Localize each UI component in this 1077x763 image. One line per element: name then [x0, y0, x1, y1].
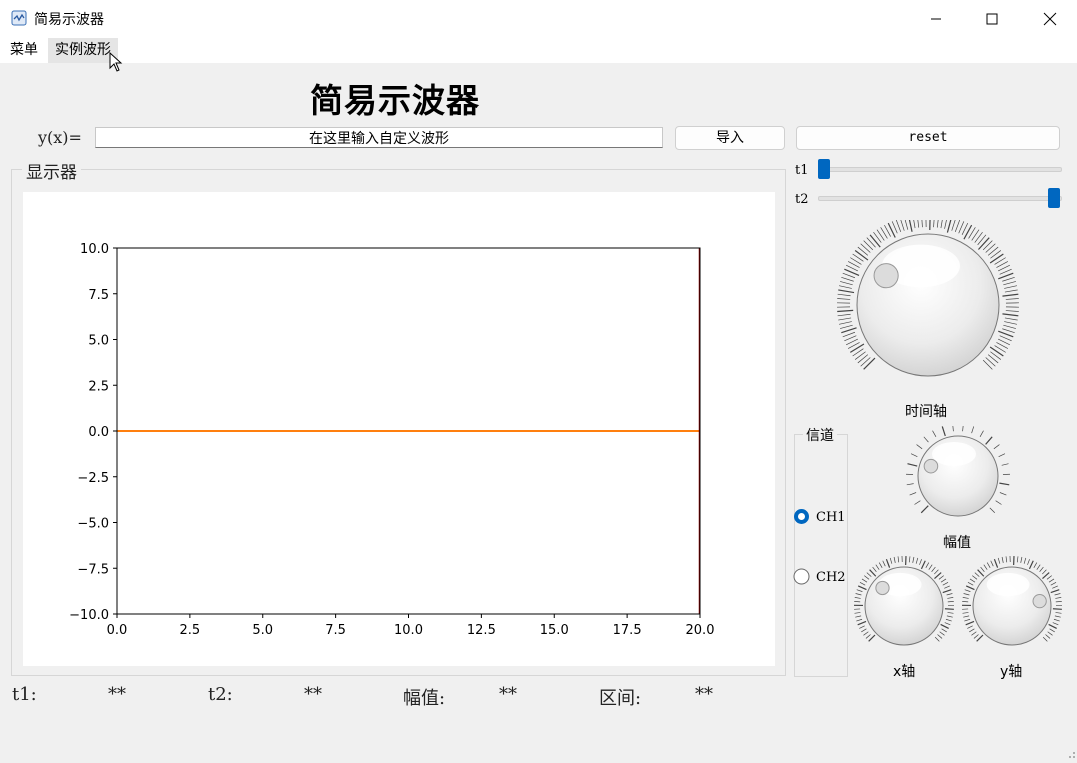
x-tick-label: 15.0	[540, 623, 569, 638]
amplitude-knob[interactable]	[902, 426, 1016, 530]
menu-item-menu[interactable]: 菜单	[3, 38, 45, 63]
x-tick-label: 5.0	[252, 623, 273, 638]
y-tick-label: 10.0	[80, 242, 109, 257]
reset-button[interactable]: reset	[796, 126, 1060, 150]
x-tick-label: 2.5	[180, 623, 201, 638]
status-amplitude-value: **	[499, 684, 517, 705]
expression-input[interactable]	[95, 127, 663, 148]
y-tick-label: −2.5	[77, 471, 109, 486]
channel-group	[794, 434, 848, 677]
x-tick-label: 7.5	[325, 623, 346, 638]
display-group-title: 显示器	[22, 158, 81, 183]
y-tick-label: −10.0	[69, 608, 109, 623]
time-axis-knob[interactable]	[836, 220, 1020, 394]
t2-slider-label: t2	[795, 192, 809, 207]
status-range-label: 区间:	[599, 684, 641, 710]
x-tick-label: 0.0	[107, 623, 128, 638]
waveform-chart: 0.0 2.5 5.0 7.5 10.0 12.5 15.0 17.5 20.0 10.0 7.5 5…	[23, 192, 775, 666]
close-icon	[1043, 12, 1057, 26]
y-tick-label: 2.5	[88, 379, 109, 394]
x-axis-knob[interactable]	[850, 554, 958, 662]
menu-item-example-waveforms[interactable]: 实例波形	[48, 38, 118, 63]
maximize-icon	[986, 13, 998, 25]
y-tick-label: 5.0	[88, 334, 109, 349]
status-t2-label: t2:	[208, 684, 233, 705]
resize-grip-icon[interactable]	[1064, 744, 1076, 763]
status-t1-value: **	[108, 684, 126, 705]
page-title: 简易示波器	[310, 74, 480, 122]
x-tick-label: 12.5	[467, 623, 496, 638]
t2-slider-handle[interactable]	[1048, 188, 1060, 208]
expression-label: y(x)=	[38, 128, 82, 147]
status-amplitude-label: 幅值:	[403, 684, 445, 710]
x-axis-label: x轴	[893, 661, 915, 681]
menu-bar	[0, 38, 1077, 63]
y-axis-label: y轴	[1000, 661, 1022, 681]
maximize-button[interactable]	[969, 0, 1015, 38]
ch2-radio[interactable]	[793, 568, 811, 590]
window-title: 简易示波器	[34, 9, 104, 29]
y-tick-label: 0.0	[88, 425, 109, 440]
ch1-label[interactable]: CH1	[816, 510, 846, 525]
x-tick-label: 10.0	[394, 623, 423, 638]
time-axis-label: 时间轴	[905, 401, 947, 421]
t1-slider-label: t1	[795, 163, 809, 178]
x-tick-label: 20.0	[686, 623, 715, 638]
minimize-icon	[930, 13, 942, 25]
ch2-label[interactable]: CH2	[816, 570, 846, 585]
y-tick-label: −5.0	[77, 517, 109, 532]
t2-slider-track[interactable]	[818, 196, 1062, 201]
plot-canvas: 0.0 2.5 5.0 7.5 10.0 12.5 15.0 17.5 20.0 10.0 7.5 5…	[23, 192, 775, 666]
t1-slider-track[interactable]	[818, 167, 1062, 172]
amplitude-label: 幅值	[943, 532, 971, 552]
import-button[interactable]: 导入	[675, 126, 785, 150]
channel-group-title: 信道	[803, 425, 837, 445]
ch1-radio[interactable]	[793, 508, 811, 530]
status-range-value: **	[695, 684, 713, 705]
status-t2-value: **	[304, 684, 322, 705]
minimize-button[interactable]	[913, 0, 959, 38]
y-tick-label: 7.5	[88, 288, 109, 303]
app-icon	[11, 10, 27, 26]
y-tick-label: −7.5	[77, 562, 109, 577]
status-t1-label: t1:	[12, 684, 37, 705]
x-tick-label: 17.5	[613, 623, 642, 638]
y-axis-knob[interactable]	[958, 554, 1066, 662]
mouse-cursor-icon	[109, 52, 123, 76]
close-button[interactable]	[1027, 0, 1073, 38]
t1-slider-handle[interactable]	[818, 159, 830, 179]
